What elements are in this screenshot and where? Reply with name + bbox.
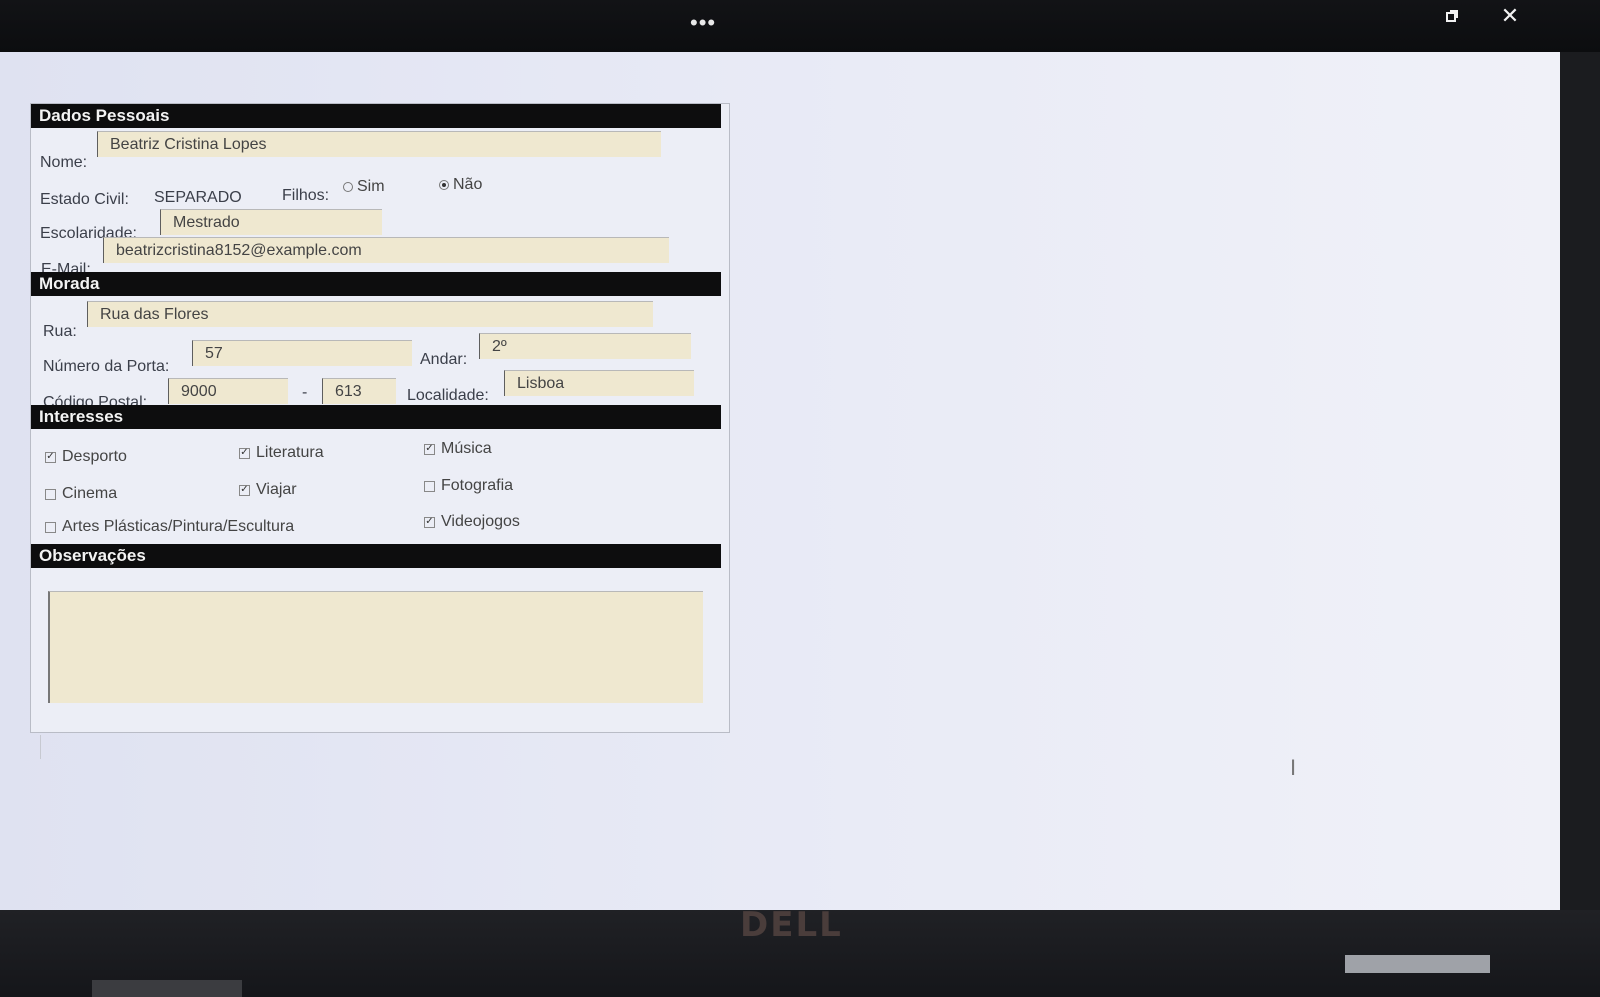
door-number-label: Número da Porta: (43, 358, 170, 375)
more-dots-icon[interactable]: ••• (690, 12, 716, 34)
radio-selected-icon (439, 180, 449, 190)
checkbox-checked-icon: ✓ (424, 516, 435, 528)
section-header-address: Morada (31, 272, 721, 296)
interest-label: Desporto (62, 448, 127, 465)
restore-window-icon-svg (1446, 10, 1458, 22)
interest-label: Fotografia (441, 477, 514, 494)
interest-label: Viajar (256, 481, 297, 498)
interest-musica[interactable]: ✓ Música (424, 440, 492, 458)
door-number-input[interactable]: 57 (192, 340, 412, 366)
children-yes-radio[interactable]: Sim (343, 178, 385, 196)
laptop-hinge-right (1345, 955, 1490, 973)
children-yes-label: Sim (357, 178, 385, 195)
postal-code-separator: - (302, 384, 308, 401)
interest-label: Videojogos (441, 513, 520, 530)
postal-code-first-input[interactable]: 9000 (168, 378, 288, 404)
name-input[interactable]: Beatriz Cristina Lopes (97, 131, 661, 157)
floor-input[interactable]: 2º (479, 333, 691, 359)
street-label: Rua: (43, 323, 77, 340)
interest-literatura[interactable]: ✓ Literatura (239, 444, 324, 462)
locality-input[interactable]: Lisboa (504, 370, 694, 396)
name-label: Nome: (40, 154, 88, 171)
window-title-bar: ••• ✕ (0, 0, 1600, 52)
civil-status-label: Estado Civil: (40, 191, 129, 208)
children-label: Filhos: (282, 187, 330, 204)
section-header-notes: Observações (31, 544, 721, 568)
street-input[interactable]: Rua das Flores (87, 301, 653, 327)
locality-label: Localidade: (407, 387, 489, 404)
checkbox-unchecked-icon (45, 521, 56, 533)
interest-label: Cinema (62, 485, 118, 502)
brand-logo: DELL (740, 905, 843, 945)
children-no-label: Não (453, 176, 483, 193)
interest-viajar[interactable]: ✓ Viajar (239, 481, 297, 499)
interest-cinema[interactable]: Cinema (45, 485, 117, 503)
checkbox-unchecked-icon (424, 480, 435, 492)
interest-label: Artes Plásticas/Pintura/Escultura (62, 518, 295, 535)
checkbox-unchecked-icon (45, 488, 56, 500)
interest-label: Música (441, 440, 492, 457)
text-cursor-icon: I (1290, 755, 1297, 780)
section-header-interests: Interesses (31, 405, 721, 429)
checkbox-checked-icon: ✓ (239, 484, 250, 496)
email-input[interactable]: beatrizcristina8152@example.com (103, 237, 669, 263)
civil-status-value: SEPARADO (154, 189, 242, 206)
laptop-hinge-left (92, 980, 242, 997)
interest-fotografia[interactable]: Fotografia (424, 477, 513, 495)
interest-label: Literatura (256, 444, 324, 461)
checkbox-checked-icon: ✓ (45, 451, 56, 463)
interest-videojogos[interactable]: ✓ Videojogos (424, 513, 520, 531)
restore-window-icon[interactable] (1438, 4, 1466, 28)
close-icon[interactable]: ✕ (1496, 3, 1524, 28)
radio-unselected-icon (343, 182, 353, 192)
children-no-radio[interactable]: Não (439, 176, 482, 194)
checkbox-checked-icon: ✓ (239, 447, 250, 459)
interest-desporto[interactable]: ✓ Desporto (45, 448, 127, 466)
notes-textarea[interactable] (48, 591, 703, 703)
section-header-personal: Dados Pessoais (31, 104, 721, 128)
interest-artes[interactable]: Artes Plásticas/Pintura/Escultura (45, 518, 294, 536)
personal-data-form: Dados Pessoais Nome: Beatriz Cristina Lo… (30, 103, 730, 733)
form-divider (40, 735, 41, 759)
education-input[interactable]: Mestrado (160, 209, 382, 235)
postal-code-second-input[interactable]: 613 (322, 378, 396, 404)
floor-label: Andar: (420, 351, 468, 368)
checkbox-checked-icon: ✓ (424, 443, 435, 455)
